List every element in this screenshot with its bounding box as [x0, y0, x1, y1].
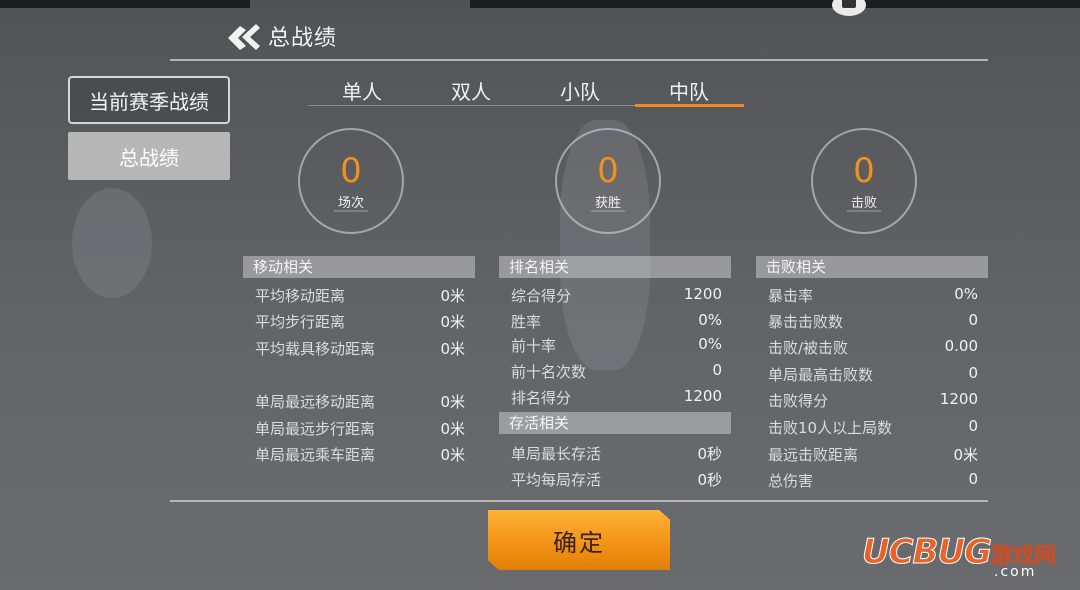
stat-label: 平均载具移动距离	[255, 340, 376, 358]
stat-label: 单局最远移动距离	[255, 393, 376, 411]
tab-duo[interactable]: 双人	[417, 76, 525, 108]
snowman-silhouette	[72, 188, 152, 298]
stat-label: 单局最高击败数	[768, 366, 874, 384]
tab-squad[interactable]: 小队	[526, 76, 634, 108]
stat-value: 0米	[440, 340, 465, 358]
stat-value: 0秒	[697, 471, 722, 489]
stat-ring-kills: 0 击败	[811, 128, 917, 234]
ring-underline	[334, 210, 368, 212]
top-frame-left	[0, 0, 250, 8]
stat-row: 平均移动距离 0米	[255, 285, 465, 309]
stat-row: 击败得分 1200	[768, 390, 978, 414]
stat-value: 0	[968, 470, 978, 488]
stat-row: 单局最远乘车距离 0米	[255, 444, 465, 468]
stat-row: 单局最高击败数 0	[768, 364, 978, 388]
stat-label: 综合得分	[511, 287, 572, 305]
stat-row: 最远击败距离 0米	[768, 444, 978, 468]
header-divider	[170, 59, 988, 61]
stat-label: 胜率	[511, 313, 542, 331]
stat-value: 0米	[440, 446, 465, 464]
section-header-movement: 移动相关	[243, 256, 475, 278]
wins-label: 获胜	[594, 196, 621, 211]
confirm-button[interactable]: 确定	[488, 510, 670, 570]
wins-value: 0	[597, 151, 619, 191]
stat-label: 前十率	[511, 337, 557, 355]
sidebar-item-current-season[interactable]: 当前赛季战绩	[68, 76, 230, 124]
stat-value: 0%	[954, 285, 978, 303]
stat-value: 0%	[698, 311, 722, 329]
stat-value: 0	[968, 417, 978, 435]
stat-ring-matches: 0 场次	[298, 128, 404, 234]
section-header-ranking: 排名相关	[499, 256, 731, 278]
stat-row: 暴击击败数 0	[768, 311, 978, 335]
stat-row: 平均每局存活 0秒	[511, 469, 722, 493]
footer-divider	[170, 500, 988, 502]
stat-label: 击败/被击败	[768, 339, 849, 357]
stat-row: 平均步行距离 0米	[255, 311, 465, 335]
stat-label: 单局最远步行距离	[255, 420, 376, 438]
stat-label: 最远击败距离	[768, 446, 859, 464]
stat-value: 0.00	[944, 337, 978, 355]
stat-row: 综合得分 1200	[511, 285, 722, 309]
wing-emblem-icon	[228, 24, 260, 50]
tab-solo[interactable]: 单人	[308, 76, 416, 108]
stat-label: 暴击率	[768, 287, 814, 305]
sidebar-item-total-record[interactable]: 总战绩	[68, 132, 230, 180]
stat-label: 单局最长存活	[511, 445, 602, 463]
ring-underline	[591, 210, 625, 212]
stat-row: 排名得分 1200	[511, 387, 722, 411]
stat-label: 击败10人以上局数	[768, 419, 893, 437]
stat-row: 平均载具移动距离 0米	[255, 338, 465, 362]
stat-value: 0米	[440, 420, 465, 438]
section-header-kills: 击败相关	[756, 256, 988, 278]
stat-label: 平均移动距离	[255, 287, 346, 305]
stat-value: 0	[712, 361, 722, 379]
tab-active-indicator	[635, 104, 744, 107]
stat-value: 1200	[939, 390, 978, 408]
page-title: 总战绩	[268, 26, 338, 51]
stat-label: 平均每局存活	[511, 471, 602, 489]
stat-label: 总伤害	[768, 472, 814, 490]
site-watermark: UCBUG 游戏网 .com	[862, 530, 1074, 586]
stat-row: 单局最远移动距离 0米	[255, 391, 465, 415]
stat-value: 0	[968, 364, 978, 382]
kills-value: 0	[853, 151, 875, 191]
stat-row: 前十名次数 0	[511, 361, 722, 385]
stat-label: 单局最远乘车距离	[255, 446, 376, 464]
top-frame-right	[470, 0, 1080, 8]
watermark-domain: .com	[994, 564, 1037, 580]
stat-row: 单局最远步行距离 0米	[255, 418, 465, 442]
stat-label: 排名得分	[511, 389, 572, 407]
stat-value: 0米	[440, 287, 465, 305]
stat-value: 0%	[698, 335, 722, 353]
matches-value: 0	[340, 151, 362, 191]
stat-row: 暴击率 0%	[768, 285, 978, 309]
section-header-survival: 存活相关	[499, 412, 731, 434]
stat-label: 前十名次数	[511, 363, 587, 381]
matches-label: 场次	[337, 196, 364, 211]
stat-value: 1200	[683, 285, 722, 303]
stat-row: 胜率 0%	[511, 311, 722, 335]
ring-underline	[847, 210, 881, 212]
stat-row: 击败/被击败 0.00	[768, 337, 978, 361]
stat-row: 总伤害 0	[768, 470, 978, 494]
stat-value: 0米	[440, 313, 465, 331]
stat-value: 1200	[683, 387, 722, 405]
stat-value: 0	[968, 311, 978, 329]
stat-value: 0秒	[697, 445, 722, 463]
stat-label: 击败得分	[768, 392, 829, 410]
stat-ring-wins: 0 获胜	[555, 128, 661, 234]
stat-value: 0米	[953, 446, 978, 464]
stat-label: 平均步行距离	[255, 313, 346, 331]
stat-value: 0米	[440, 393, 465, 411]
stat-row: 单局最长存活 0秒	[511, 443, 722, 467]
stat-row: 前十率 0%	[511, 335, 722, 359]
kills-label: 击败	[850, 196, 877, 211]
stat-label: 暴击击败数	[768, 313, 844, 331]
watermark-brand: UCBUG	[862, 532, 993, 573]
stat-row: 击败10人以上局数 0	[768, 417, 978, 441]
